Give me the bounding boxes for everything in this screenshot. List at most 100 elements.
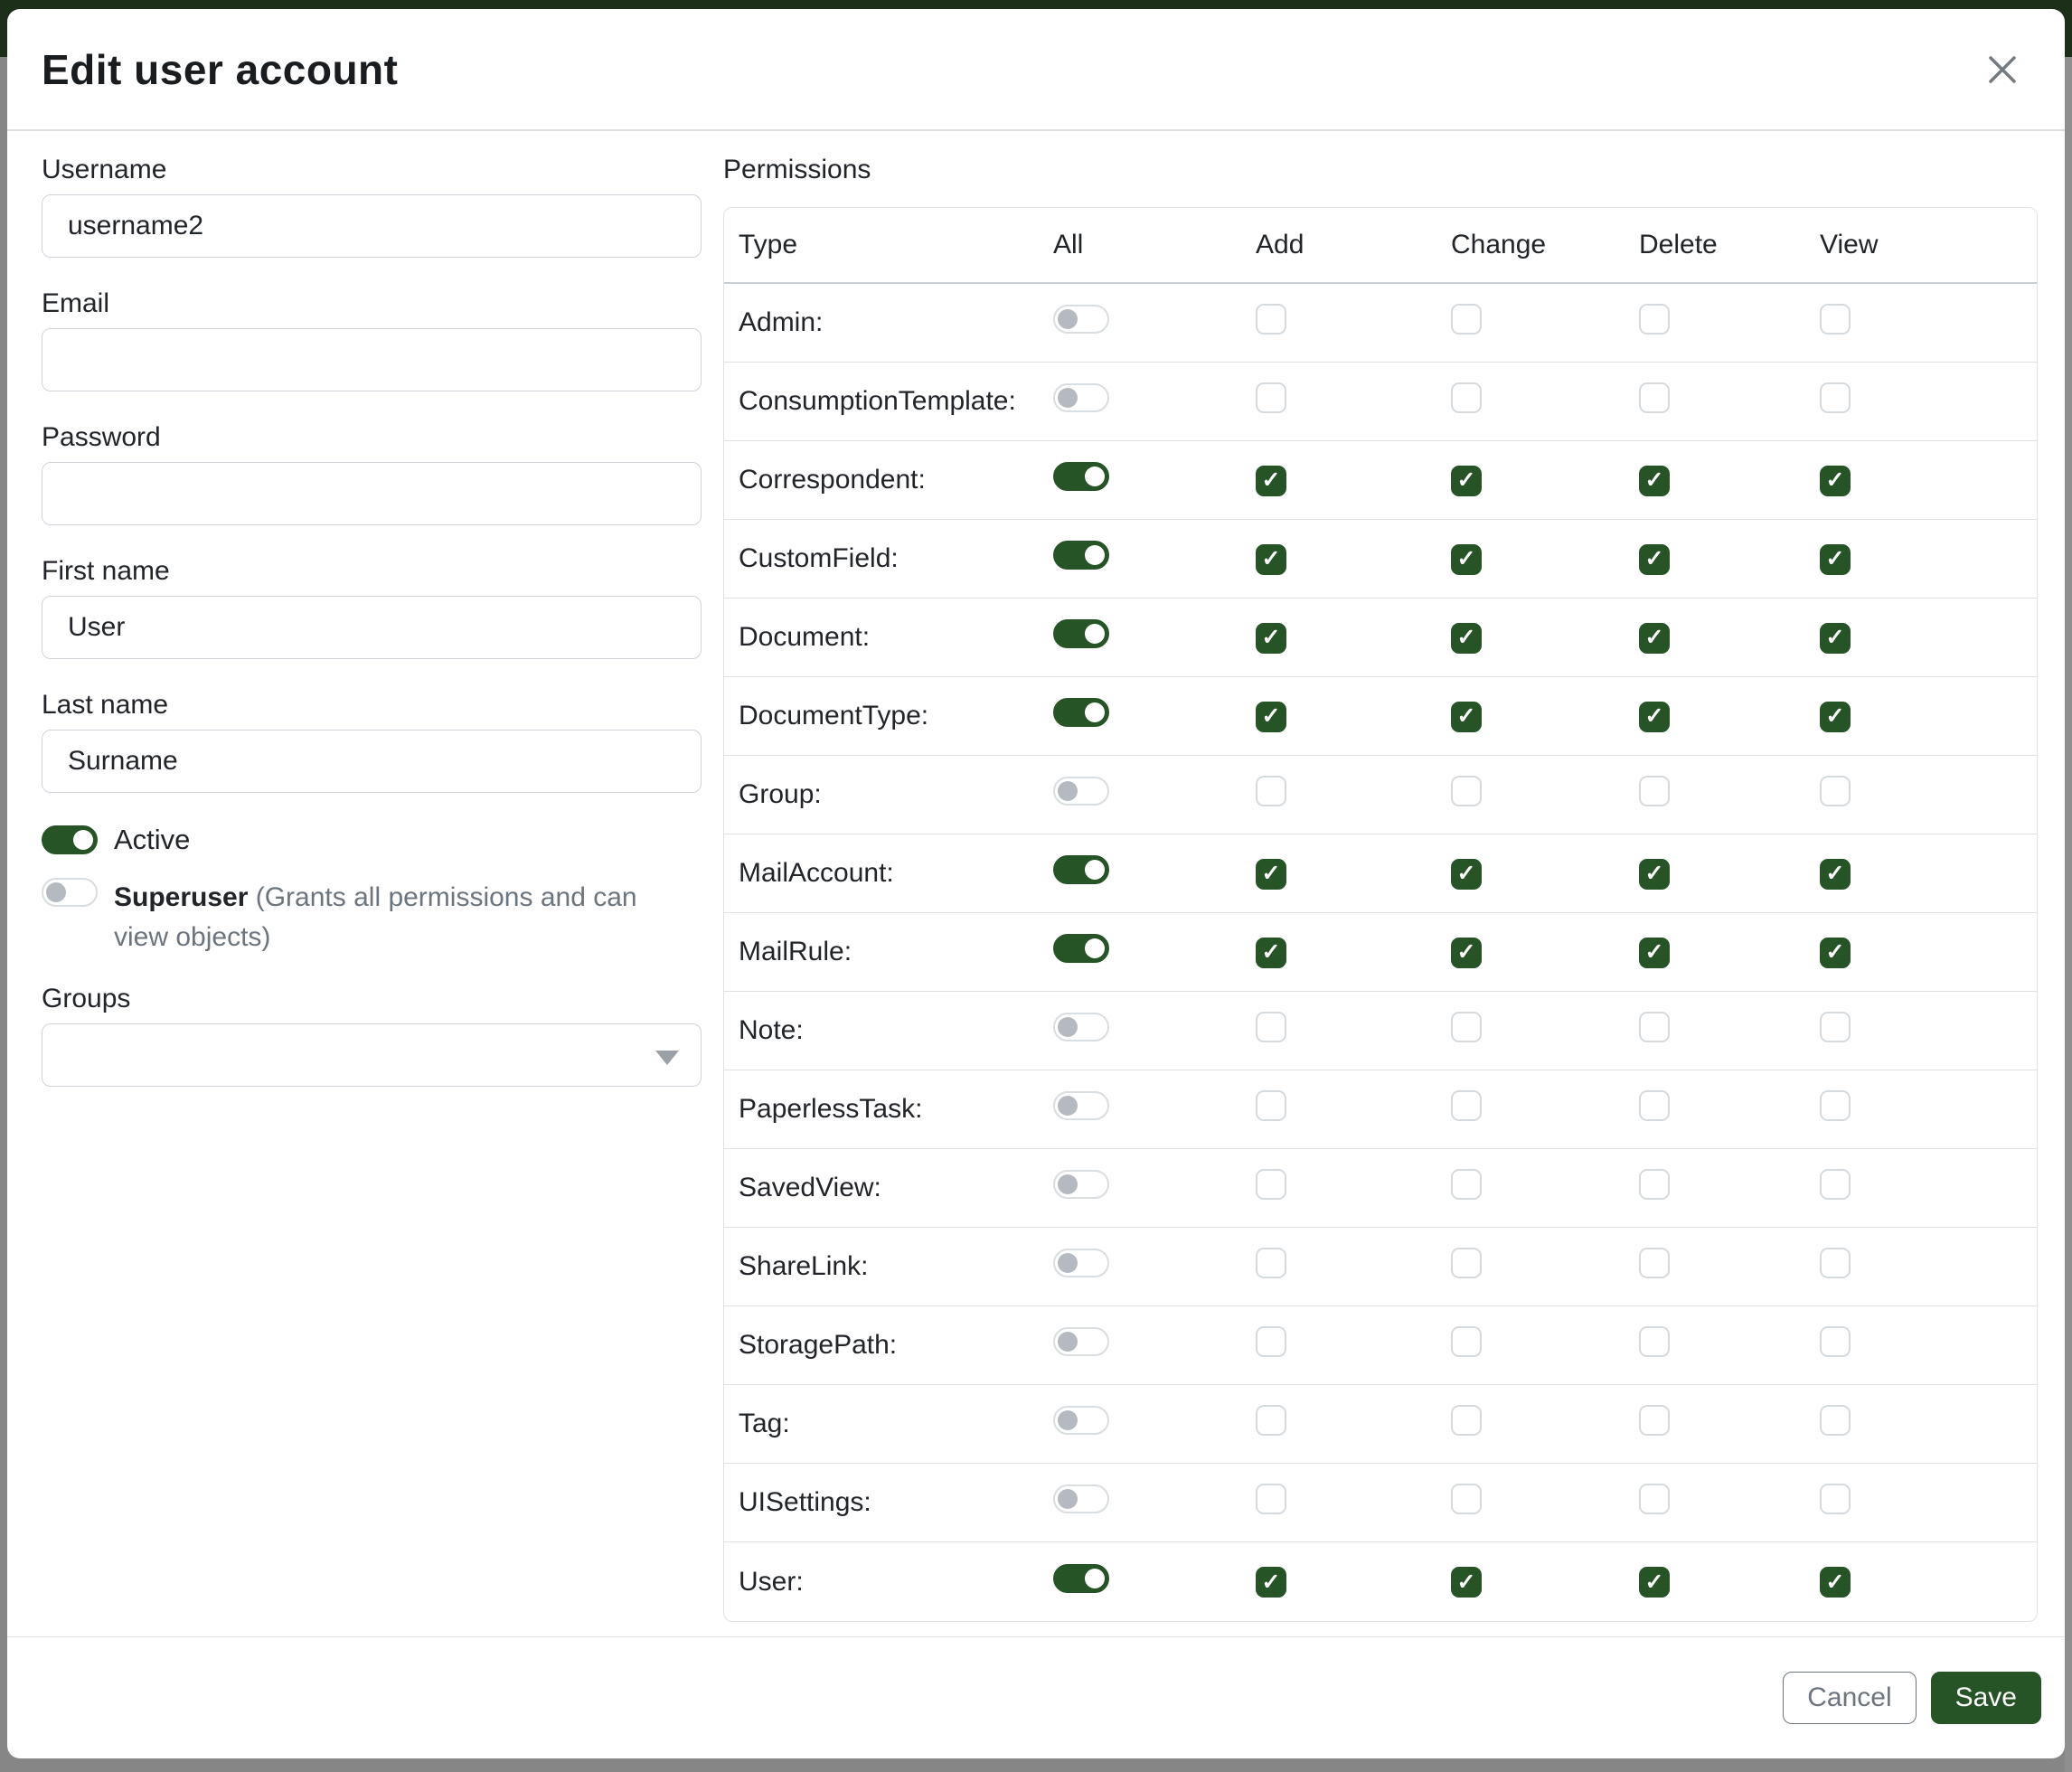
permission-all-toggle[interactable] (1053, 855, 1109, 884)
permission-delete-checkbox[interactable] (1639, 1484, 1670, 1514)
groups-select[interactable] (42, 1023, 702, 1087)
permission-change-checkbox[interactable] (1451, 466, 1482, 496)
permission-view-checkbox[interactable] (1820, 1248, 1851, 1278)
close-button[interactable] (1983, 51, 2021, 89)
permission-change-checkbox[interactable] (1451, 776, 1482, 806)
permission-change-checkbox[interactable] (1451, 382, 1482, 413)
permission-add-checkbox[interactable] (1256, 1090, 1286, 1121)
permission-view-checkbox[interactable] (1820, 623, 1851, 654)
permission-view-checkbox[interactable] (1820, 382, 1851, 413)
permission-change-checkbox[interactable] (1451, 702, 1482, 732)
permission-all-toggle[interactable] (1053, 462, 1109, 491)
permission-add-checkbox[interactable] (1256, 1169, 1286, 1200)
permission-change-checkbox[interactable] (1451, 304, 1482, 335)
permission-delete-checkbox[interactable] (1639, 938, 1670, 968)
permission-all-toggle[interactable] (1053, 305, 1109, 334)
permission-all-toggle[interactable] (1053, 1485, 1109, 1513)
superuser-toggle[interactable] (42, 878, 98, 907)
permission-delete-checkbox[interactable] (1639, 466, 1670, 496)
permission-all-toggle[interactable] (1053, 1327, 1109, 1356)
permission-add-checkbox[interactable] (1256, 859, 1286, 890)
permission-add-checkbox[interactable] (1256, 702, 1286, 732)
permission-delete-checkbox[interactable] (1639, 1326, 1670, 1357)
permission-change-checkbox[interactable] (1451, 1248, 1482, 1278)
permission-all-toggle[interactable] (1053, 1406, 1109, 1435)
permission-add-checkbox[interactable] (1256, 1012, 1286, 1042)
permission-delete-checkbox[interactable] (1639, 1012, 1670, 1042)
permission-view-checkbox[interactable] (1820, 1567, 1851, 1598)
permission-add-checkbox[interactable] (1256, 382, 1286, 413)
permission-view-checkbox[interactable] (1820, 1169, 1851, 1200)
page-scrollbar[interactable] (2065, 57, 2072, 1772)
permission-change-checkbox[interactable] (1451, 623, 1482, 654)
permission-delete-checkbox[interactable] (1639, 1169, 1670, 1200)
permission-change-checkbox[interactable] (1451, 544, 1482, 575)
cancel-button[interactable]: Cancel (1783, 1672, 1916, 1724)
permission-delete-checkbox[interactable] (1639, 1567, 1670, 1598)
permission-view-checkbox[interactable] (1820, 1012, 1851, 1042)
permission-add-checkbox[interactable] (1256, 938, 1286, 968)
permission-view-checkbox[interactable] (1820, 938, 1851, 968)
permission-change-checkbox[interactable] (1451, 1169, 1482, 1200)
permission-change-checkbox[interactable] (1451, 1012, 1482, 1042)
permission-view-checkbox[interactable] (1820, 544, 1851, 575)
active-toggle[interactable] (42, 825, 98, 854)
permission-change-checkbox[interactable] (1451, 1326, 1482, 1357)
permission-add-checkbox[interactable] (1256, 1326, 1286, 1357)
permission-change-checkbox[interactable] (1451, 938, 1482, 968)
email-input[interactable] (42, 328, 702, 391)
col-header-view: View (1805, 208, 2037, 284)
permission-delete-checkbox[interactable] (1639, 304, 1670, 335)
permission-delete-checkbox[interactable] (1639, 1090, 1670, 1121)
username-input[interactable] (42, 194, 702, 258)
permission-all-toggle[interactable] (1053, 619, 1109, 648)
permission-all-toggle[interactable] (1053, 383, 1109, 412)
permission-view-checkbox[interactable] (1820, 1326, 1851, 1357)
permission-view-checkbox[interactable] (1820, 1405, 1851, 1436)
permission-view-checkbox[interactable] (1820, 304, 1851, 335)
permission-delete-checkbox[interactable] (1639, 544, 1670, 575)
permission-add-checkbox[interactable] (1256, 623, 1286, 654)
permission-view-checkbox[interactable] (1820, 702, 1851, 732)
permission-view-checkbox[interactable] (1820, 776, 1851, 806)
permission-add-checkbox[interactable] (1256, 544, 1286, 575)
permission-all-toggle[interactable] (1053, 934, 1109, 963)
permission-all-toggle[interactable] (1053, 1013, 1109, 1042)
permission-delete-checkbox[interactable] (1639, 1405, 1670, 1436)
permission-delete-checkbox[interactable] (1639, 1248, 1670, 1278)
permission-add-checkbox[interactable] (1256, 1484, 1286, 1514)
groups-label: Groups (42, 984, 702, 1014)
permission-all-toggle[interactable] (1053, 1249, 1109, 1277)
permission-add-checkbox[interactable] (1256, 776, 1286, 806)
permission-all-toggle[interactable] (1053, 698, 1109, 727)
permission-add-checkbox[interactable] (1256, 1248, 1286, 1278)
permission-add-checkbox[interactable] (1256, 1567, 1286, 1598)
permission-all-toggle[interactable] (1053, 1170, 1109, 1199)
password-input[interactable] (42, 462, 702, 525)
permission-type-label: DocumentType: (724, 677, 1039, 756)
permission-add-checkbox[interactable] (1256, 304, 1286, 335)
permission-change-checkbox[interactable] (1451, 1567, 1482, 1598)
permission-delete-checkbox[interactable] (1639, 859, 1670, 890)
permission-delete-checkbox[interactable] (1639, 623, 1670, 654)
permission-change-checkbox[interactable] (1451, 1090, 1482, 1121)
permission-delete-checkbox[interactable] (1639, 702, 1670, 732)
last-name-input[interactable] (42, 730, 702, 793)
permission-all-toggle[interactable] (1053, 777, 1109, 806)
save-button[interactable]: Save (1931, 1672, 2041, 1724)
permission-view-checkbox[interactable] (1820, 859, 1851, 890)
permission-view-checkbox[interactable] (1820, 1090, 1851, 1121)
permission-add-checkbox[interactable] (1256, 466, 1286, 496)
permission-view-checkbox[interactable] (1820, 466, 1851, 496)
permission-change-checkbox[interactable] (1451, 1484, 1482, 1514)
permission-delete-checkbox[interactable] (1639, 382, 1670, 413)
first-name-input[interactable] (42, 596, 702, 659)
permission-change-checkbox[interactable] (1451, 1405, 1482, 1436)
permission-all-toggle[interactable] (1053, 1564, 1109, 1593)
permission-change-checkbox[interactable] (1451, 859, 1482, 890)
permission-delete-checkbox[interactable] (1639, 776, 1670, 806)
permission-view-checkbox[interactable] (1820, 1484, 1851, 1514)
permission-all-toggle[interactable] (1053, 541, 1109, 570)
permission-all-toggle[interactable] (1053, 1091, 1109, 1120)
permission-add-checkbox[interactable] (1256, 1405, 1286, 1436)
